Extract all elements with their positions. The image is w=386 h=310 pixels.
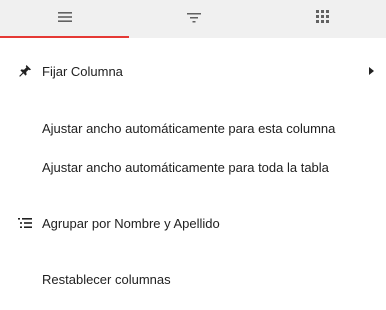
tab-general[interactable] <box>0 0 129 38</box>
menu-item-group-by[interactable]: Agrupar por Nombre y Apellido <box>0 205 386 241</box>
menu-item-label: Fijar Columna <box>42 63 123 79</box>
tab-columns[interactable] <box>258 0 386 38</box>
group-list-icon <box>18 216 32 230</box>
submenu-arrow-icon <box>369 67 374 75</box>
columns-grid-icon <box>315 10 329 28</box>
menu-item-pin-column[interactable]: Fijar Columna <box>0 53 386 89</box>
menu-item-autosize-all-columns[interactable]: Ajustar ancho automáticamente para toda … <box>0 149 386 185</box>
filter-icon <box>186 10 201 28</box>
column-menu-tabbar <box>0 0 386 38</box>
menu-item-autosize-this-column[interactable]: Ajustar ancho automáticamente para esta … <box>0 110 386 146</box>
menu-item-label: Ajustar ancho automáticamente para toda … <box>42 159 329 175</box>
menu-item-label: Agrupar por Nombre y Apellido <box>42 215 220 231</box>
menu-item-label: Restablecer columnas <box>42 271 171 287</box>
menu-icon <box>57 10 72 28</box>
menu-item-label: Ajustar ancho automáticamente para esta … <box>42 120 336 136</box>
pin-icon <box>18 64 32 78</box>
column-menu: Fijar Columna Ajustar ancho automáticame… <box>0 38 386 310</box>
menu-item-reset-columns[interactable]: Restablecer columnas <box>0 261 386 297</box>
tab-filter[interactable] <box>129 0 258 38</box>
